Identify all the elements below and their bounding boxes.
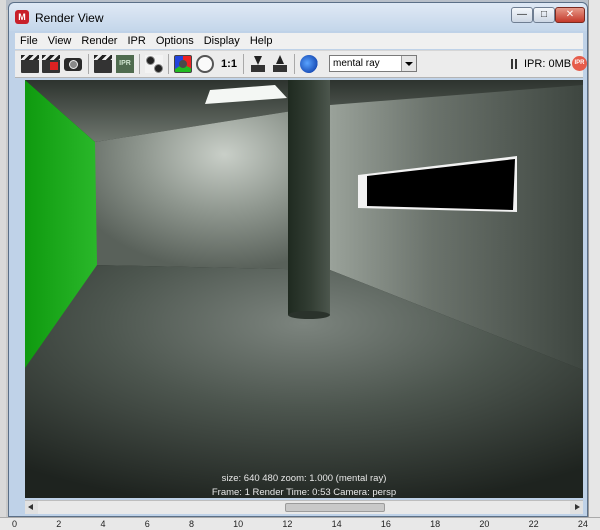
ipr-status-icon[interactable]: IPR (572, 56, 587, 71)
ruler-tick: 22 (528, 519, 539, 529)
background-window-edge (588, 0, 600, 529)
toolbar-separator (294, 54, 295, 74)
menu-display[interactable]: Display (199, 33, 245, 49)
toolbar-separator (168, 54, 169, 74)
ruler-tick: 0 (12, 519, 18, 529)
render-frame-info: Frame: 1 Render Time: 0:53 Camera: persp (211, 487, 397, 498)
close-button[interactable]: ✕ (555, 7, 585, 23)
scroll-right-arrow-icon[interactable] (570, 501, 583, 514)
remove-image-icon[interactable] (271, 55, 289, 73)
ruler-tick: 8 (188, 519, 194, 529)
ruler-tick: 20 (479, 519, 490, 529)
menu-help[interactable]: Help (245, 33, 278, 49)
menu-render[interactable]: Render (76, 33, 122, 49)
redo-render-icon[interactable] (21, 55, 39, 73)
ruler-tick: 4 (100, 519, 106, 529)
rendered-image (25, 80, 583, 498)
ruler-tick: 16 (380, 519, 391, 529)
toolbar-separator (88, 54, 89, 74)
menu-ipr[interactable]: IPR (122, 33, 150, 49)
menu-file[interactable]: File (15, 33, 43, 49)
toolbar: IPR 1:1 mental ray IPR: 0MB IPR (15, 50, 587, 78)
ruler-tick: 14 (331, 519, 342, 529)
real-size-button[interactable]: 1:1 (218, 55, 240, 73)
render-viewport[interactable]: size: 640 480 zoom: 1.000 (mental ray) F… (25, 80, 583, 498)
snapshot-camera-icon[interactable] (64, 58, 82, 71)
scroll-left-arrow-icon[interactable] (25, 501, 38, 514)
scroll-thumb[interactable] (285, 503, 385, 512)
ruler-tick: 6 (144, 519, 150, 529)
menu-bar: File View Render IPR Options Display Hel… (15, 33, 583, 49)
maximize-button[interactable]: □ (533, 7, 555, 23)
background-ruler: 0 2 4 6 8 10 12 14 16 18 20 22 24 (12, 519, 588, 529)
ipr-memory-label: IPR: 0MB (524, 58, 572, 70)
refresh-ipr-icon[interactable]: IPR (116, 55, 134, 73)
horizontal-scrollbar[interactable] (25, 500, 583, 514)
keep-image-icon[interactable] (249, 55, 267, 73)
menu-options[interactable]: Options (151, 33, 199, 49)
maya-app-icon[interactable]: M (15, 10, 29, 24)
chevron-down-icon[interactable] (401, 56, 416, 71)
render-view-window: M Render View — □ ✕ File View Render IPR… (8, 2, 588, 517)
ruler-tick: 12 (282, 519, 293, 529)
window-title: Render View (35, 11, 104, 25)
pause-ipr-icon[interactable] (511, 59, 519, 69)
toolbar-separator (139, 54, 140, 74)
rgb-channels-icon[interactable] (174, 55, 192, 73)
minimize-button[interactable]: — (511, 7, 533, 23)
alpha-channel-icon[interactable] (196, 55, 214, 73)
toolbar-separator (243, 54, 244, 74)
teapot-display-icon[interactable] (300, 55, 318, 73)
renderer-value: mental ray (333, 58, 380, 69)
ruler-tick: 2 (56, 519, 62, 529)
ruler-tick: 18 (430, 519, 441, 529)
ruler-tick: 10 (233, 519, 244, 529)
desktop-background-left (0, 0, 6, 529)
render-settings-icon[interactable] (145, 55, 163, 73)
ruler-tick: 24 (577, 519, 588, 529)
ipr-render-icon[interactable] (94, 55, 112, 73)
renderer-dropdown[interactable]: mental ray (329, 55, 417, 72)
render-size-info: size: 640 480 zoom: 1.000 (mental ray) (221, 473, 387, 484)
render-region-icon[interactable] (42, 55, 60, 73)
title-bar[interactable]: M Render View — □ ✕ (9, 3, 587, 31)
menu-view[interactable]: View (43, 33, 77, 49)
